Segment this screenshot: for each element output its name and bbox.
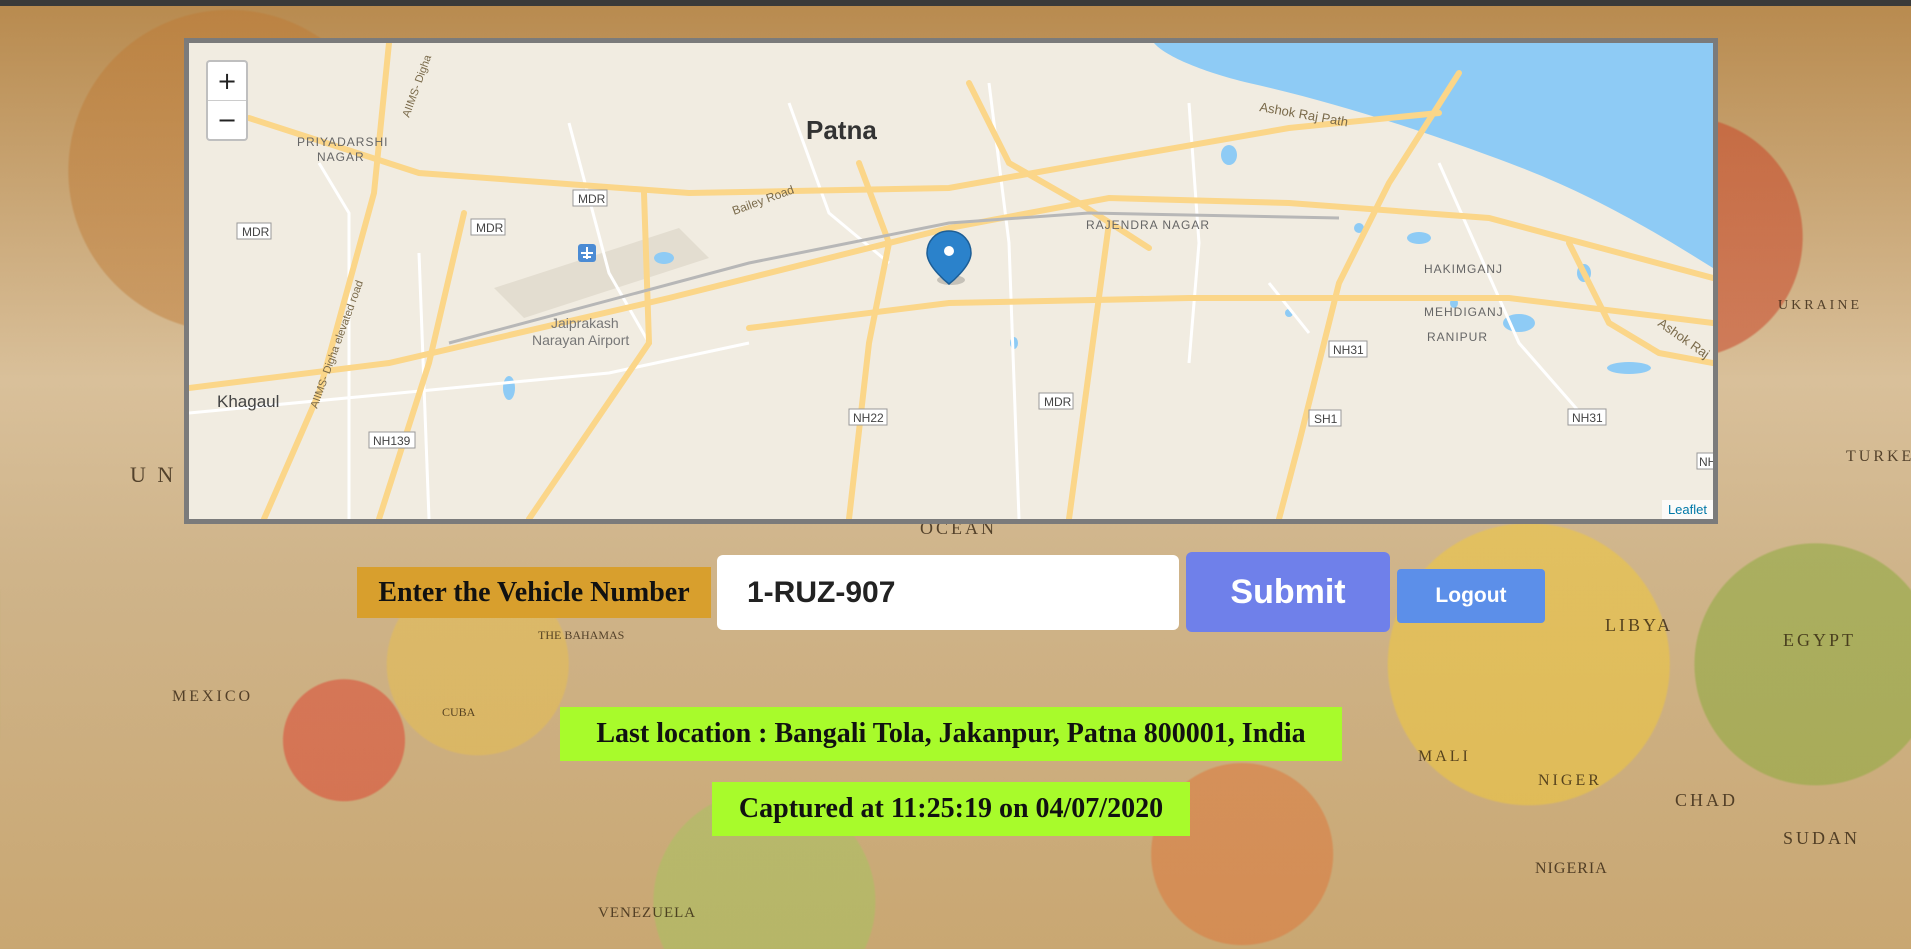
bg-label-un: U N — [130, 462, 177, 487]
map-label-patna: Patna — [806, 115, 877, 145]
shield-nh139: NH139 — [373, 434, 411, 448]
shield-nh31-a: NH31 — [1333, 343, 1364, 357]
map-attribution-link[interactable]: Leaflet — [1661, 500, 1713, 519]
shield-nh31-b: NH31 — [1572, 411, 1603, 425]
submit-button[interactable]: Submit — [1186, 552, 1390, 632]
zoom-in-button[interactable]: + — [208, 62, 246, 100]
bg-label-mexico: MEXICO — [172, 688, 254, 705]
captured-time-text: Captured at 11:25:19 on 04/07/2020 — [712, 782, 1190, 836]
bg-label-nigeria: NIGERIA — [1535, 860, 1608, 877]
zoom-out-button[interactable]: − — [208, 100, 246, 139]
zoom-control: + − — [206, 60, 248, 141]
bg-label-turkey: TURKEY — [1846, 448, 1911, 465]
shield-sh1: SH1 — [1314, 412, 1338, 426]
bg-label-ukraine: UKRAINE — [1778, 298, 1862, 313]
map-label-airport-1: Jaiprakash — [551, 315, 619, 331]
map-container[interactable]: Patna PRIYADARSHI NAGAR AIIMS- Digha AII… — [184, 38, 1718, 524]
shield-nh-edge: NH — [1699, 455, 1713, 469]
bg-label-egypt: EGYPT — [1783, 630, 1856, 650]
map-label-priyadarshi: PRIYADARSHI — [297, 135, 388, 149]
browser-top-bar — [0, 0, 1911, 6]
map-label-mehdiganj: MEHDIGANJ — [1424, 305, 1504, 319]
logout-button[interactable]: Logout — [1397, 569, 1545, 623]
bg-label-sudan: SUDAN — [1783, 828, 1861, 848]
map-tiles[interactable]: Patna PRIYADARSHI NAGAR AIIMS- Digha AII… — [189, 43, 1713, 519]
airport-icon — [578, 244, 596, 262]
map-label-hakimganj: HAKIMGANJ — [1424, 262, 1503, 276]
map-label-ranipur: RANIPUR — [1427, 330, 1488, 344]
last-location-text: Last location : Bangali Tola, Jakanpur, … — [560, 707, 1342, 761]
bg-label-mali: MALI — [1418, 748, 1471, 765]
shield-nh22: NH22 — [853, 411, 884, 425]
bg-label-libya: LIBYA — [1605, 615, 1673, 635]
bg-label-venezuela: VENEZUELA — [598, 905, 697, 921]
map-label-khagaul: Khagaul — [217, 392, 279, 411]
bg-label-bahamas: THE BAHAMAS — [538, 628, 625, 642]
bg-label-chad: CHAD — [1675, 790, 1739, 810]
bg-label-cuba: CUBA — [442, 705, 476, 719]
shield-mdr-2: MDR — [476, 221, 504, 235]
map-label-nagar: NAGAR — [317, 150, 365, 164]
shield-mdr-1: MDR — [242, 225, 270, 239]
shield-mdr-3: MDR — [578, 192, 606, 206]
vehicle-number-input[interactable] — [717, 555, 1179, 630]
vehicle-number-label: Enter the Vehicle Number — [357, 567, 711, 618]
map-label-rajendra: RAJENDRA NAGAR — [1086, 218, 1210, 232]
bg-label-niger: NIGER — [1538, 772, 1602, 789]
map-label-airport-2: Narayan Airport — [532, 332, 629, 348]
shield-mdr-4: MDR — [1044, 395, 1072, 409]
